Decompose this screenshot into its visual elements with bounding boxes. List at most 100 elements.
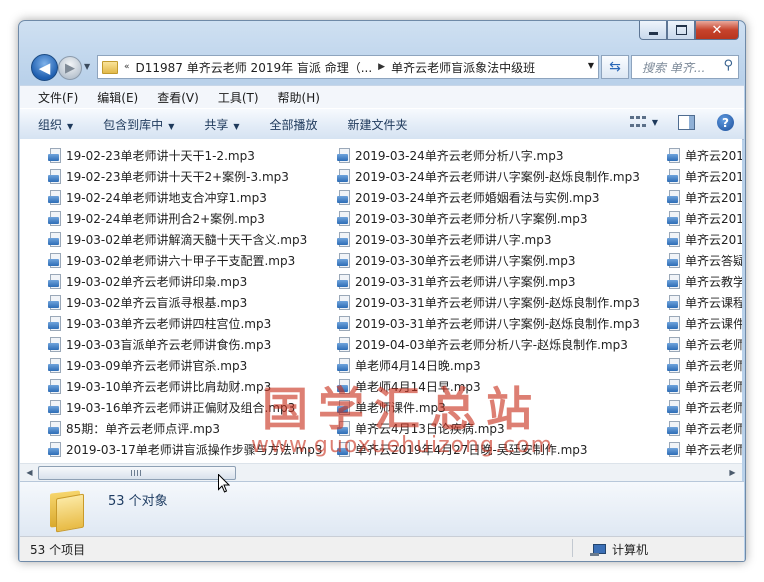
file-item[interactable]: 单齐云教学 — [667, 271, 742, 292]
file-item[interactable]: 单老师4月14日早.mp3 — [337, 376, 640, 397]
file-item[interactable]: 2019-03-30单齐云老师讲八字案例.mp3 — [337, 250, 640, 271]
file-name: 19-02-23单老师讲十天干2+案例-3.mp3 — [66, 170, 289, 184]
file-item[interactable]: 单齐云201 — [667, 208, 742, 229]
file-item[interactable]: 2019-04-03单齐云老师分析八字-赵烁良制作.mp3 — [337, 334, 640, 355]
file-item[interactable]: 单齐云201 — [667, 229, 742, 250]
file-item[interactable]: 单老师4月14日晚.mp3 — [337, 355, 640, 376]
file-item[interactable]: 19-03-09单齐云老师讲官杀.mp3 — [48, 355, 323, 376]
menu-tools[interactable]: 工具(T) — [218, 89, 259, 106]
mp3-file-icon — [667, 190, 682, 205]
file-name: 单齐云老师 — [685, 422, 742, 436]
view-dropdown-icon[interactable]: ▼ — [652, 118, 658, 127]
new-folder-button[interactable]: 新建文件夹 — [348, 116, 408, 133]
file-item[interactable]: 单齐云201 — [667, 166, 742, 187]
play-all-button[interactable]: 全部播放 — [270, 116, 318, 133]
breadcrumb-current[interactable]: 单齐云老师盲派象法中级班 — [391, 59, 535, 76]
scroll-left-icon[interactable]: ◀ — [22, 465, 37, 480]
file-name: 19-03-10单齐云老师讲比肩劫财.mp3 — [66, 380, 272, 394]
address-bar[interactable]: « D11987 单齐云老师 2019年 盲派 命理（... ▶ 单齐云老师盲派… — [97, 55, 599, 79]
refresh-button[interactable]: ⇆ — [601, 55, 629, 79]
file-name: 19-03-02单齐云老师讲印枭.mp3 — [66, 275, 248, 289]
back-button[interactable]: ◀ — [31, 54, 58, 81]
address-dropdown-icon[interactable]: ▼ — [588, 61, 594, 70]
file-item[interactable]: 单齐云4月13日论疾病.mp3 — [337, 418, 640, 439]
file-item[interactable]: 单齐云老师 — [667, 376, 742, 397]
file-name: 单齐云老师 — [685, 338, 742, 352]
file-item[interactable]: 2019-03-31单齐云老师讲八字案例.mp3 — [337, 271, 640, 292]
file-item[interactable]: 单齐云课程 — [667, 292, 742, 313]
file-item[interactable]: 19-03-10单齐云老师讲比肩劫财.mp3 — [48, 376, 323, 397]
file-item[interactable]: 19-03-02单齐云老师讲印枭.mp3 — [48, 271, 323, 292]
file-name: 19-02-24单老师讲刑合2+案例.mp3 — [66, 212, 265, 226]
file-item[interactable]: 单齐云老师 — [667, 418, 742, 439]
forward-button[interactable]: ▶ — [58, 56, 82, 80]
file-item[interactable]: 19-03-02单老师讲六十甲子干支配置.mp3 — [48, 250, 323, 271]
file-item[interactable]: 2019-03-17单老师讲盲派操作步骤与方法.mp3 — [48, 439, 323, 460]
history-dropdown-icon[interactable]: ▼ — [84, 62, 90, 71]
mp3-file-icon — [48, 379, 63, 394]
address-overflow[interactable]: « — [124, 62, 130, 72]
file-name: 单齐云201 — [685, 149, 742, 163]
file-item[interactable]: 19-03-03盲派单齐云老师讲食伤.mp3 — [48, 334, 323, 355]
search-input[interactable]: 搜索 单齐... ⚲ — [631, 55, 739, 79]
file-item[interactable]: 单齐云答疑 — [667, 250, 742, 271]
mp3-file-icon — [337, 295, 352, 310]
file-item[interactable]: 单齐云老师 — [667, 397, 742, 418]
file-item[interactable]: 单齐云老师 — [667, 439, 742, 460]
file-item[interactable]: 19-02-23单老师讲十天干1-2.mp3 — [48, 145, 323, 166]
organize-button[interactable]: 组织 ▼ — [38, 116, 73, 133]
minimize-button[interactable] — [639, 21, 667, 40]
file-item[interactable]: 85期：单齐云老师点评.mp3 — [48, 418, 323, 439]
horizontal-scrollbar[interactable]: ◀ ▶ — [20, 463, 742, 481]
mp3-file-icon — [337, 190, 352, 205]
file-item[interactable]: 19-02-24单老师讲刑合2+案例.mp3 — [48, 208, 323, 229]
file-name: 单齐云201 — [685, 191, 742, 205]
file-item[interactable]: 单齐云201 — [667, 145, 742, 166]
file-item[interactable]: 19-03-16单齐云老师讲正偏财及组合.mp3 — [48, 397, 323, 418]
share-label: 共享 — [204, 117, 229, 132]
preview-pane-icon[interactable] — [678, 115, 695, 130]
file-item[interactable]: 2019-03-24单齐云老师婚姻看法与实例.mp3 — [337, 187, 640, 208]
help-icon[interactable]: ? — [717, 114, 734, 131]
file-item[interactable]: 单齐云201 — [667, 187, 742, 208]
file-item[interactable]: 单齐云2019年4月27日晚-吴廷安制作.mp3 — [337, 439, 640, 460]
include-library-button[interactable]: 包含到库中 ▼ — [103, 116, 174, 133]
file-name: 85期：单齐云老师点评.mp3 — [66, 422, 221, 436]
file-item[interactable]: 19-03-03单齐云老师讲四柱宫位.mp3 — [48, 313, 323, 334]
file-list[interactable]: 19-02-23单老师讲十天干1-2.mp3 19-02-23单老师讲十天干2+案… — [20, 139, 742, 463]
scroll-right-icon[interactable]: ▶ — [725, 465, 740, 480]
file-item[interactable]: 单齐云课件 — [667, 313, 742, 334]
search-icon[interactable]: ⚲ — [723, 58, 733, 73]
menu-file[interactable]: 文件(F) — [38, 89, 78, 106]
scroll-thumb[interactable] — [38, 466, 236, 480]
status-bar: 53 个项目 计算机 — [20, 536, 744, 561]
breadcrumb-parent[interactable]: D11987 单齐云老师 2019年 盲派 命理（... — [136, 59, 373, 76]
file-item[interactable]: 2019-03-24单齐云老师讲八字案例-赵烁良制作.mp3 — [337, 166, 640, 187]
share-button[interactable]: 共享 ▼ — [204, 116, 239, 133]
computer-icon — [590, 543, 606, 556]
view-options-icon[interactable] — [629, 115, 646, 130]
file-item[interactable]: 2019-03-24单齐云老师分析八字.mp3 — [337, 145, 640, 166]
file-item[interactable]: 19-02-24单老师讲地支合冲穿1.mp3 — [48, 187, 323, 208]
menu-view[interactable]: 查看(V) — [157, 89, 199, 106]
mp3-file-icon — [667, 337, 682, 352]
file-item[interactable]: 2019-03-31单齐云老师讲八字案例-赵烁良制作.mp3 — [337, 292, 640, 313]
breadcrumb-arrow-icon[interactable]: ▶ — [378, 62, 385, 72]
close-button[interactable]: ✕ — [695, 21, 739, 40]
menu-help[interactable]: 帮助(H) — [278, 89, 320, 106]
file-item[interactable]: 2019-03-31单齐云老师讲八字案例-赵烁良制作.mp3 — [337, 313, 640, 334]
file-column-1: 19-02-23单老师讲十天干1-2.mp3 19-02-23单老师讲十天干2+案… — [48, 145, 323, 460]
mp3-file-icon — [337, 400, 352, 415]
file-name: 19-02-23单老师讲十天干1-2.mp3 — [66, 149, 255, 163]
file-item[interactable]: 单齐云老师 — [667, 334, 742, 355]
menu-edit[interactable]: 编辑(E) — [97, 89, 138, 106]
file-item[interactable]: 19-02-23单老师讲十天干2+案例-3.mp3 — [48, 166, 323, 187]
file-item[interactable]: 19-03-02单齐云盲派寻根基.mp3 — [48, 292, 323, 313]
file-item[interactable]: 单齐云老师 — [667, 355, 742, 376]
maximize-button[interactable] — [667, 21, 695, 40]
file-item[interactable]: 单老师课件.mp3 — [337, 397, 640, 418]
file-item[interactable]: 19-03-02单老师讲解滴天髓十天干含义.mp3 — [48, 229, 323, 250]
file-item[interactable]: 2019-03-30单齐云老师讲八字.mp3 — [337, 229, 640, 250]
mp3-file-icon — [667, 295, 682, 310]
file-item[interactable]: 2019-03-30单齐云老师分析八字案例.mp3 — [337, 208, 640, 229]
